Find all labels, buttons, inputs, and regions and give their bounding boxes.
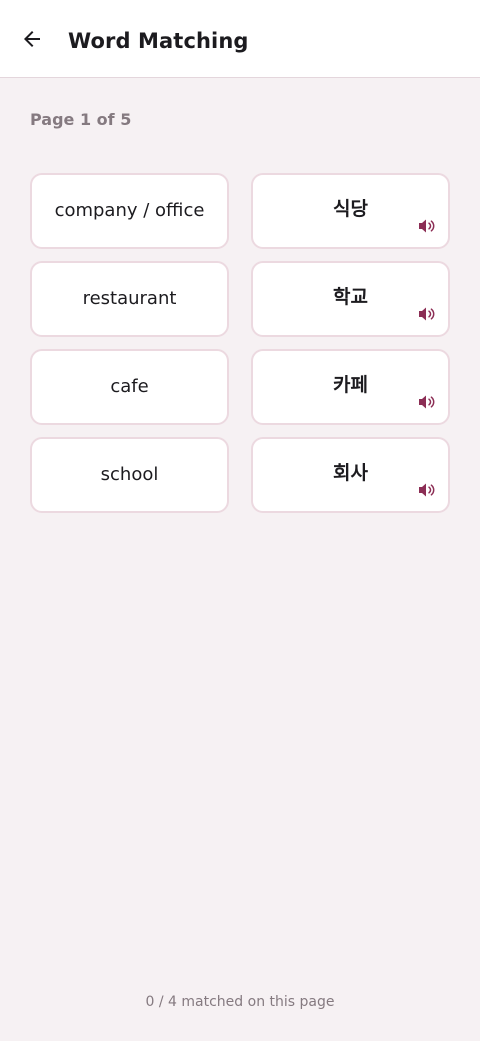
speaker-button[interactable] (418, 394, 436, 410)
english-card-restaurant[interactable]: restaurant (30, 261, 229, 337)
korean-card-sikdang[interactable]: 식당 (251, 173, 450, 249)
page-indicator: Page 1 of 5 (30, 110, 132, 129)
english-word: restaurant (82, 288, 177, 309)
korean-card-kape[interactable]: 카페 (251, 349, 450, 425)
arrow-back-icon (24, 31, 40, 47)
match-progress-status: 0 / 4 matched on this page (145, 994, 335, 1010)
korean-word: 카페 (333, 374, 368, 396)
volume-up-icon (419, 307, 435, 321)
korean-word: 회사 (333, 462, 368, 484)
korean-word: 식당 (333, 198, 368, 220)
english-card-cafe[interactable]: cafe (30, 349, 229, 425)
volume-up-icon (419, 219, 435, 233)
volume-up-icon (419, 395, 435, 409)
korean-card-hoesa[interactable]: 회사 (251, 437, 450, 513)
back-button[interactable] (16, 23, 48, 55)
english-word: company / office (54, 200, 205, 221)
korean-word: 학교 (333, 286, 368, 308)
app-bar: Word Matching (0, 0, 480, 78)
english-card-school[interactable]: school (30, 437, 229, 513)
speaker-button[interactable] (418, 306, 436, 322)
volume-up-icon (419, 483, 435, 497)
korean-card-hakgyo[interactable]: 학교 (251, 261, 450, 337)
speaker-button[interactable] (418, 218, 436, 234)
speaker-button[interactable] (418, 482, 436, 498)
page-title: Word Matching (68, 29, 249, 53)
english-word: school (100, 464, 159, 485)
english-word: cafe (110, 376, 149, 397)
english-card-company-office[interactable]: company / office (30, 173, 229, 249)
